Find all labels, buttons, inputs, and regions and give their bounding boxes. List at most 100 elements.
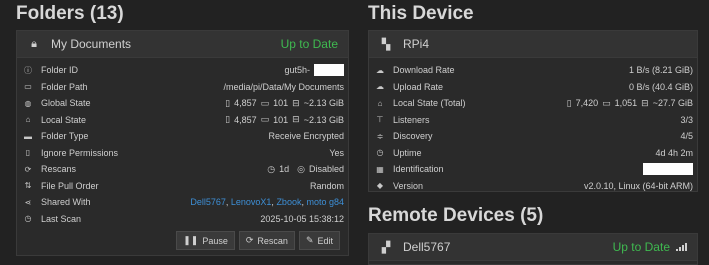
local-state-label: Local State	[41, 114, 87, 125]
info-icon: ⓘ	[24, 65, 32, 75]
identification-label: Identification	[393, 164, 444, 175]
row-version: ◆ Version v2.0.10, Linux (64-bit ARM)	[369, 178, 697, 195]
shared-device-link[interactable]: LenovoX1	[231, 197, 272, 207]
global-files: 4,857	[234, 98, 257, 109]
hdd-icon: ⊟	[292, 114, 300, 125]
discovery-label: Discovery	[393, 131, 433, 142]
folder-actions: ❚❚ Pause ⟳ Rescan ✎ Edit	[17, 227, 348, 250]
uptime-value: 4d 4h 2m	[655, 147, 693, 158]
this-device-panel: ▚ RPi4 ☁ Download Rate 1 B/s (8.21 GiB) …	[368, 30, 698, 192]
folder-icon: ▬	[24, 131, 32, 141]
folder-icon: ▭	[260, 97, 270, 108]
row-upload-rate: ☁ Upload Rate 0 B/s (40.4 GiB)	[369, 79, 697, 96]
download-rate-label: Download Rate	[393, 65, 455, 76]
eye-slash-icon: ◎	[297, 163, 305, 174]
remote-device-status: Up to Date	[612, 240, 670, 254]
folder-panel: 🔒︎ My Documents Up to Date ⓘ Folder ID g…	[16, 30, 349, 256]
uptime-label: Uptime	[393, 147, 422, 158]
row-folder-type: ▬ Folder Type Receive Encrypted	[17, 128, 348, 145]
shared-device-link[interactable]: Dell5767	[190, 197, 226, 207]
row-uptime: ◷ Uptime 4d 4h 2m	[369, 145, 697, 162]
hdd-icon: ⊟	[292, 97, 300, 108]
last-scan-label: Last Scan	[41, 213, 82, 224]
qrcode-icon: ▦	[376, 164, 384, 174]
this-device-title: This Device	[368, 3, 474, 24]
home-icon: ⌂	[377, 98, 383, 108]
folder-name: My Documents	[51, 37, 132, 51]
folder-status: Up to Date	[280, 37, 338, 51]
folder-details: ⓘ Folder ID gut5h- ▭ Folder Path /media/…	[17, 58, 348, 227]
row-shared-with: ⋖ Shared With Dell5767, LenovoX1, Zbook,…	[24, 197, 344, 208]
pause-icon: ❚❚	[183, 235, 199, 245]
version-label: Version	[393, 180, 424, 191]
global-size: ~2.13 GiB	[303, 98, 344, 109]
lock-icon: 🔒︎	[31, 37, 37, 50]
discovery-value[interactable]: 4/5	[680, 131, 693, 141]
share-icon: ⋖	[24, 197, 32, 207]
row-file-pull-order: ⇅ File Pull Order Random	[17, 178, 348, 195]
download-rate-value: 1 B/s (8.21 GiB)	[628, 65, 693, 76]
pause-button[interactable]: ❚❚ Pause	[176, 231, 235, 250]
listeners-value[interactable]: 3/3	[680, 115, 693, 125]
hdd-icon: ⊟	[641, 97, 649, 108]
row-download-rate: ☁ Download Rate 1 B/s (8.21 GiB)	[369, 62, 697, 79]
this-device-name: RPi4	[403, 37, 430, 51]
row-global-state: ◍ Global State ▯ 4,857 ▭ 101 ⊟ ~2.13 GiB	[17, 95, 348, 112]
sitemap-icon: ⊤	[376, 115, 384, 125]
signal-icon	[676, 243, 687, 251]
file-icon: ▯	[225, 97, 231, 108]
edit-label: Edit	[317, 235, 333, 246]
sort-icon: ⇅	[24, 181, 32, 191]
device-identicon-icon: ▞	[381, 241, 391, 254]
row-local-state-total: ⌂ Local State (Total) ▯ 7,420 ▭ 1,051 ⊟ ~27…	[369, 95, 697, 112]
row-folder-id: ⓘ Folder ID gut5h-	[17, 62, 348, 79]
folder-open-icon: ▭	[24, 82, 32, 92]
folder-icon: ▭	[260, 114, 270, 125]
folder-icon: ▭	[602, 97, 611, 108]
global-dirs: 101	[273, 98, 289, 109]
watcher-status: Disabled	[308, 164, 344, 175]
row-listeners: ⊤ Listeners 3/3	[369, 112, 697, 129]
last-scan-value: 2025-10-05 15:38:12	[260, 213, 344, 224]
file-icon: ▯	[25, 148, 31, 158]
refresh-icon: ⟳	[24, 164, 32, 174]
row-folder-path: ▭ Folder Path /media/pi/Data/My Document…	[17, 79, 348, 96]
redacted-identification[interactable]	[643, 163, 693, 176]
upload-rate-value: 0 B/s (40.4 GiB)	[628, 81, 693, 92]
clock-icon: ◷	[376, 148, 384, 158]
clock-icon: ◷	[267, 163, 276, 174]
row-discovery: ≑ Discovery 4/5	[369, 128, 697, 145]
version-value: v2.0.10, Linux (64-bit ARM)	[583, 180, 693, 191]
shared-device-link[interactable]: moto g84	[306, 197, 344, 207]
signpost-icon: ≑	[376, 131, 384, 141]
rescans-label: Rescans	[41, 164, 77, 175]
folder-id-label: Folder ID	[41, 65, 79, 76]
folder-type-value: Receive Encrypted	[268, 131, 344, 142]
file-icon: ▯	[566, 97, 572, 108]
row-last-scan: ◷ Last Scan 2025-10-05 15:38:12	[17, 211, 348, 228]
folder-path-label: Folder Path	[41, 81, 88, 92]
folder-type-label: Folder Type	[41, 131, 89, 142]
globe-icon: ◍	[24, 98, 32, 108]
folder-path-value: /media/pi/Data/My Documents	[223, 81, 344, 92]
refresh-icon: ⟳	[245, 235, 254, 245]
file-icon: ▯	[225, 114, 231, 125]
edit-button[interactable]: ✎ Edit	[298, 231, 340, 250]
ignore-permissions-value: Yes	[329, 147, 344, 158]
row-identification: ▦ Identification	[369, 161, 697, 178]
shared-device-link[interactable]: Zbook	[276, 197, 301, 207]
folder-header[interactable]: 🔒︎ My Documents Up to Date	[17, 31, 348, 58]
ignore-permissions-label: Ignore Permissions	[41, 147, 119, 158]
redacted-block	[314, 64, 344, 77]
this-device-details: ☁ Download Rate 1 B/s (8.21 GiB) ☁ Uploa…	[369, 58, 697, 194]
listeners-label: Listeners	[393, 114, 430, 125]
local-dirs: 101	[273, 114, 289, 125]
remote-device-name: Dell5767	[403, 240, 451, 254]
remote-device-header[interactable]: ▞ Dell5767 Up to Date	[369, 234, 697, 261]
shared-with-label: Shared With	[41, 197, 91, 208]
row-rescans: ⟳ Rescans ◷ 1d ◎ Disabled	[17, 161, 348, 178]
rescan-button[interactable]: ⟳ Rescan	[238, 231, 295, 250]
this-device-header[interactable]: ▚ RPi4	[369, 31, 697, 58]
file-pull-order-value: Random	[309, 180, 344, 191]
total-dirs: 1,051	[614, 98, 638, 109]
